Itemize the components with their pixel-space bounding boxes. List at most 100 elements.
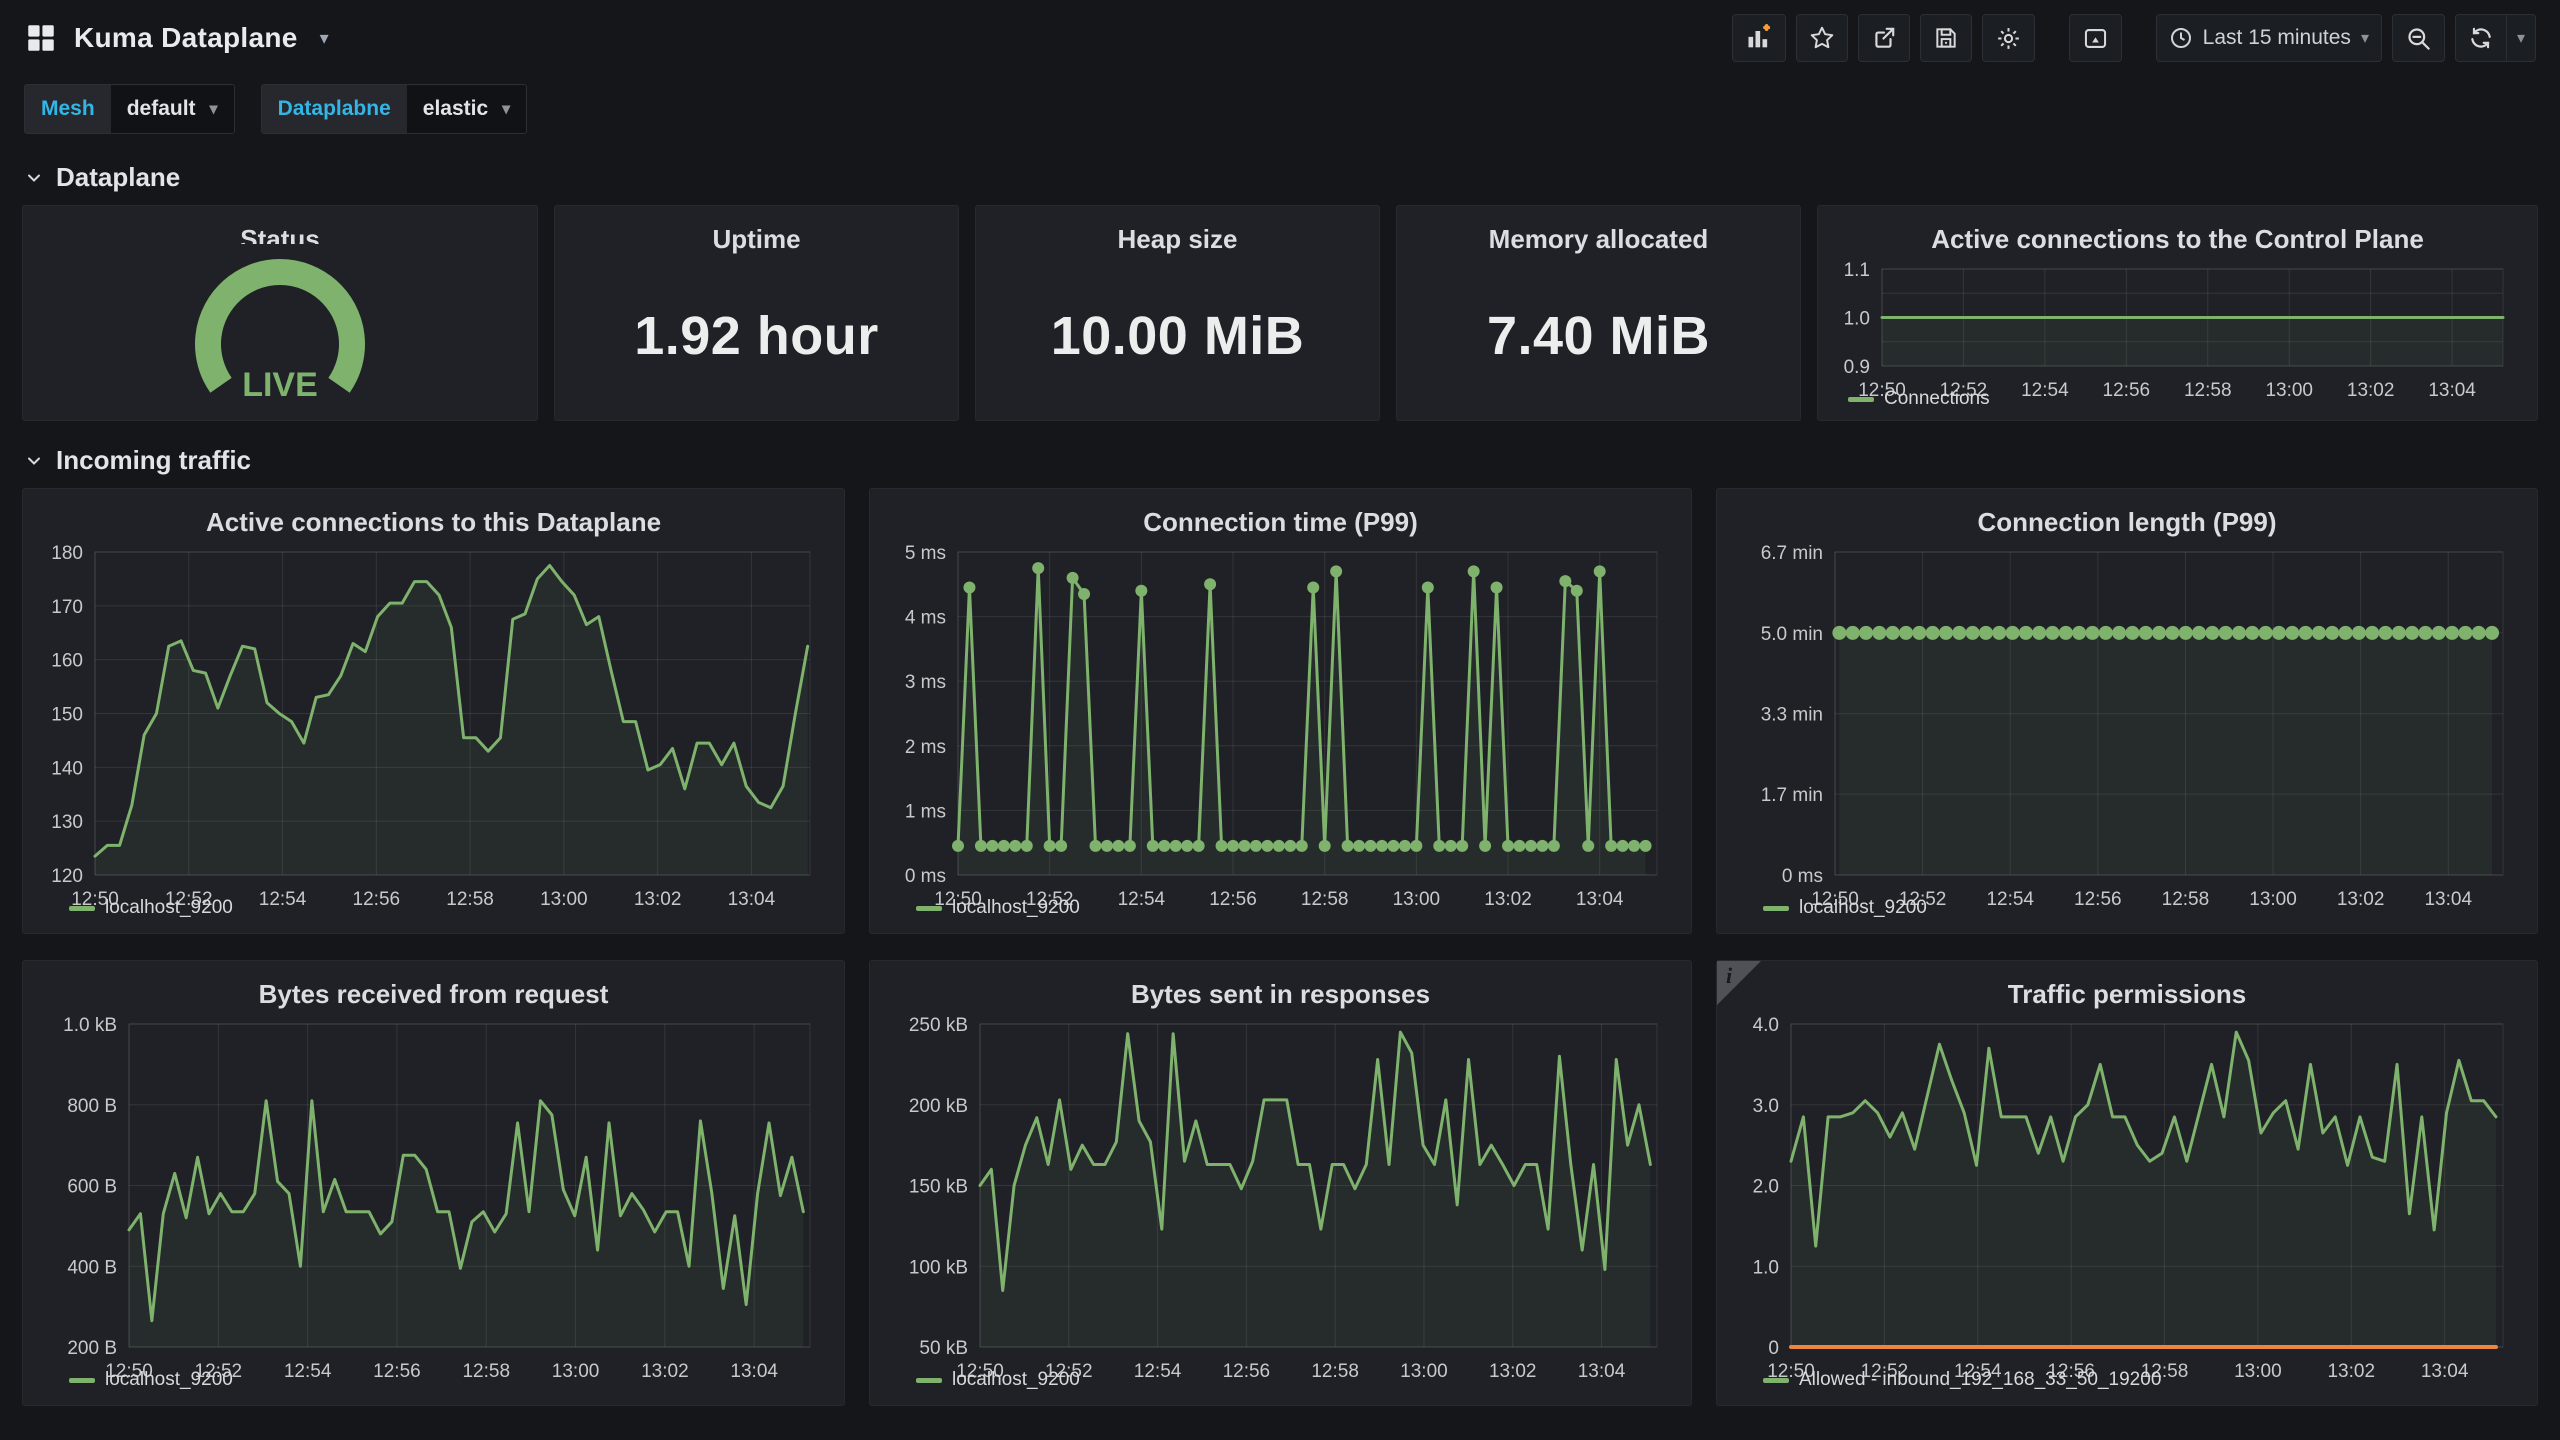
traffic-permissions-chart[interactable]: 01.02.03.04.012:5012:5212:5412:5612:5813… — [1727, 1014, 2527, 1365]
star-button[interactable] — [1796, 14, 1848, 62]
variable-mesh-label: Mesh — [25, 85, 111, 133]
time-range-label: Last 15 minutes — [2203, 26, 2351, 50]
svg-text:170: 170 — [51, 597, 83, 618]
row-header-incoming-traffic[interactable]: Incoming traffic — [0, 431, 2560, 488]
panel-info-corner[interactable] — [1717, 961, 1761, 1005]
save-button[interactable] — [1920, 14, 1972, 62]
legend-item[interactable]: localhost_9200 — [69, 897, 233, 919]
svg-text:0 ms: 0 ms — [1782, 866, 1823, 887]
svg-text:3 ms: 3 ms — [905, 672, 946, 693]
time-range-picker[interactable]: Last 15 minutes ▾ — [2156, 14, 2382, 62]
panel-connection-time: Connection time (P99) 0 ms1 ms2 ms3 ms4 … — [869, 488, 1692, 934]
svg-text:5.0 min: 5.0 min — [1761, 624, 1823, 645]
legend-item[interactable]: localhost_9200 — [69, 1369, 233, 1391]
legend-item[interactable]: localhost_9200 — [916, 897, 1080, 919]
row-header-dataplane[interactable]: Dataplane — [0, 148, 2560, 205]
panel-title[interactable]: Traffic permissions — [1727, 971, 2527, 1014]
panel-title[interactable]: Status — [33, 216, 527, 244]
chevron-down-icon: ▾ — [2361, 28, 2369, 48]
zoom-out-button[interactable] — [2392, 14, 2445, 62]
legend-item[interactable]: Connections — [1848, 388, 1990, 410]
memory-allocated-value: 7.40 MiB — [1487, 305, 1710, 367]
add-panel-button[interactable] — [1732, 14, 1786, 62]
chart-legend: Connections — [1828, 384, 2527, 412]
panel-title[interactable]: Connection length (P99) — [1727, 499, 2527, 542]
legend-item[interactable]: localhost_9200 — [1763, 897, 1927, 919]
connection-time-chart[interactable]: 0 ms1 ms2 ms3 ms4 ms5 ms12:5012:5212:541… — [880, 542, 1681, 893]
svg-text:3.3 min: 3.3 min — [1761, 705, 1823, 726]
svg-text:1.0: 1.0 — [1844, 309, 1870, 330]
chart-legend: localhost_9200 — [33, 893, 834, 925]
panel-control-plane-connections: Active connections to the Control Plane … — [1817, 205, 2538, 421]
dashboard-grid-icon[interactable] — [24, 21, 58, 55]
legend-item[interactable]: localhost_9200 — [916, 1369, 1080, 1391]
svg-text:1 ms: 1 ms — [905, 801, 946, 822]
panel-bytes-received: Bytes received from request 200 B400 B60… — [22, 960, 845, 1406]
active-connections-chart[interactable]: 12013014015016017018012:5012:5212:5412:5… — [33, 542, 834, 893]
svg-text:600 B: 600 B — [67, 1177, 117, 1198]
panel-title[interactable]: Bytes received from request — [33, 971, 834, 1014]
svg-text:6.7 min: 6.7 min — [1761, 543, 1823, 564]
chevron-down-icon: ▾ — [502, 99, 510, 119]
svg-text:150 kB: 150 kB — [909, 1177, 968, 1198]
refresh-button[interactable]: ▾ — [2455, 14, 2536, 62]
variable-dataplane[interactable]: Dataplabne elastic▾ — [261, 84, 528, 134]
title-caret-icon[interactable]: ▾ — [320, 28, 329, 49]
panel-status: Status LIVE — [22, 205, 538, 421]
svg-text:250 kB: 250 kB — [909, 1015, 968, 1036]
svg-text:120: 120 — [51, 866, 83, 887]
chevron-down-icon — [24, 168, 44, 188]
status-value: LIVE — [242, 366, 318, 404]
panel-title[interactable]: Uptime — [565, 216, 948, 259]
connection-length-chart[interactable]: 0 ms1.7 min3.3 min5.0 min6.7 min12:5012:… — [1727, 542, 2527, 893]
row-title: Dataplane — [56, 162, 180, 193]
settings-button[interactable] — [1982, 14, 2035, 62]
panel-title[interactable]: Active connections to this Dataplane — [33, 499, 834, 542]
svg-text:0.9: 0.9 — [1844, 357, 1870, 378]
svg-text:150: 150 — [51, 705, 83, 726]
panel-title[interactable]: Heap size — [986, 216, 1369, 259]
chart-legend: localhost_9200 — [1727, 893, 2527, 925]
svg-text:200 kB: 200 kB — [909, 1096, 968, 1117]
svg-text:50 kB: 50 kB — [919, 1338, 968, 1359]
panel-title[interactable]: Active connections to the Control Plane — [1828, 216, 2527, 259]
heap-size-value: 10.00 MiB — [1051, 305, 1305, 367]
panel-memory-allocated: Memory allocated 7.40 MiB — [1396, 205, 1801, 421]
panel-connection-length: Connection length (P99) 0 ms1.7 min3.3 m… — [1716, 488, 2538, 934]
svg-text:200 B: 200 B — [67, 1338, 117, 1359]
share-button[interactable] — [1858, 14, 1910, 62]
panel-title[interactable]: Bytes sent in responses — [880, 971, 1681, 1014]
cycle-view-button[interactable] — [2069, 14, 2122, 62]
row-title: Incoming traffic — [56, 445, 251, 476]
chart-legend: localhost_9200 — [33, 1365, 834, 1397]
svg-text:800 B: 800 B — [67, 1096, 117, 1117]
bytes-sent-chart[interactable]: 50 kB100 kB150 kB200 kB250 kB12:5012:521… — [880, 1014, 1681, 1365]
panel-title[interactable]: Connection time (P99) — [880, 499, 1681, 542]
info-icon: i — [1726, 963, 1732, 989]
svg-text:180: 180 — [51, 543, 83, 564]
svg-text:160: 160 — [51, 651, 83, 672]
svg-text:0 ms: 0 ms — [905, 866, 946, 887]
svg-text:2.0: 2.0 — [1753, 1177, 1779, 1198]
svg-text:1.0 kB: 1.0 kB — [63, 1015, 117, 1036]
refresh-interval-caret[interactable]: ▾ — [2506, 15, 2535, 61]
variable-dataplane-value[interactable]: elastic▾ — [407, 85, 526, 133]
variable-dataplane-label: Dataplabne — [262, 85, 407, 133]
svg-text:100 kB: 100 kB — [909, 1257, 968, 1278]
status-gauge: LIVE — [33, 244, 527, 412]
variable-mesh[interactable]: Mesh default▾ — [24, 84, 235, 134]
panel-title[interactable]: Memory allocated — [1407, 216, 1790, 259]
top-navbar: Kuma Dataplane ▾ — [0, 0, 2560, 76]
svg-text:4.0: 4.0 — [1753, 1015, 1779, 1036]
refresh-icon — [2456, 15, 2506, 61]
panel-active-connections-dataplane: Active connections to this Dataplane 120… — [22, 488, 845, 934]
chart-legend: localhost_9200 — [880, 1365, 1681, 1397]
svg-text:140: 140 — [51, 758, 83, 779]
variable-mesh-value[interactable]: default▾ — [111, 85, 234, 133]
legend-item[interactable]: Allowed - inbound_192_168_33_50_19200 — [1763, 1369, 2161, 1391]
bytes-received-chart[interactable]: 200 B400 B600 B800 B1.0 kB12:5012:5212:5… — [33, 1014, 834, 1365]
control-plane-chart[interactable]: 0.91.01.112:5012:5212:5412:5612:5813:001… — [1828, 259, 2527, 384]
clock-icon — [2169, 26, 2193, 50]
dashboard-title[interactable]: Kuma Dataplane — [74, 22, 298, 54]
svg-text:2 ms: 2 ms — [905, 737, 946, 758]
